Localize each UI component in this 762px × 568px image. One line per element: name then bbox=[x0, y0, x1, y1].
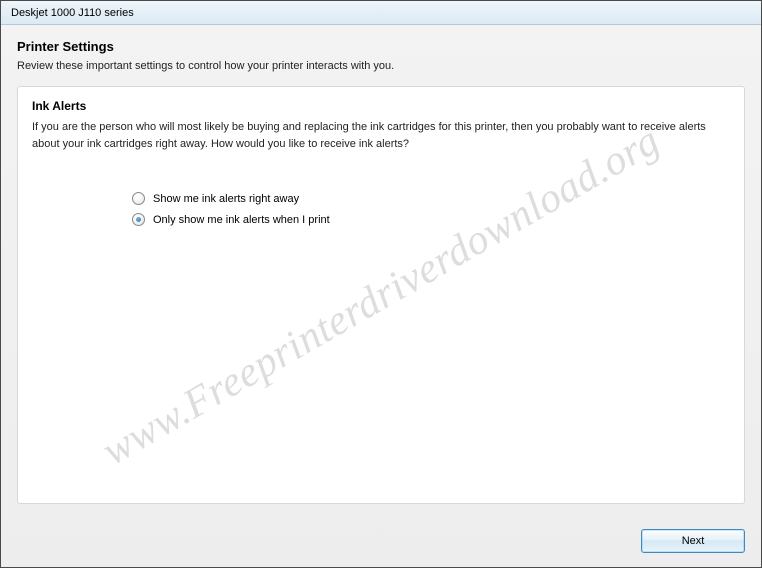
titlebar: Deskjet 1000 J110 series bbox=[1, 1, 761, 25]
next-button[interactable]: Next bbox=[641, 529, 745, 553]
content-area: Printer Settings Review these important … bbox=[1, 25, 761, 567]
button-row: Next bbox=[641, 529, 745, 553]
radio-label: Show me ink alerts right away bbox=[153, 193, 299, 205]
panel-description: If you are the person who will most like… bbox=[32, 119, 730, 152]
radio-icon bbox=[132, 213, 145, 226]
radio-option-right-away[interactable]: Show me ink alerts right away bbox=[132, 192, 730, 205]
ink-alerts-panel: Ink Alerts If you are the person who wil… bbox=[17, 86, 745, 504]
page-title: Printer Settings bbox=[17, 39, 745, 54]
radio-icon bbox=[132, 192, 145, 205]
panel-title: Ink Alerts bbox=[32, 99, 730, 113]
radio-option-when-print[interactable]: Only show me ink alerts when I print bbox=[132, 213, 730, 226]
ink-alerts-radio-group: Show me ink alerts right away Only show … bbox=[132, 192, 730, 226]
window-title: Deskjet 1000 J110 series bbox=[11, 7, 134, 19]
radio-label: Only show me ink alerts when I print bbox=[153, 214, 330, 226]
page-subtitle: Review these important settings to contr… bbox=[17, 60, 745, 72]
installer-window: Deskjet 1000 J110 series Printer Setting… bbox=[0, 0, 762, 568]
